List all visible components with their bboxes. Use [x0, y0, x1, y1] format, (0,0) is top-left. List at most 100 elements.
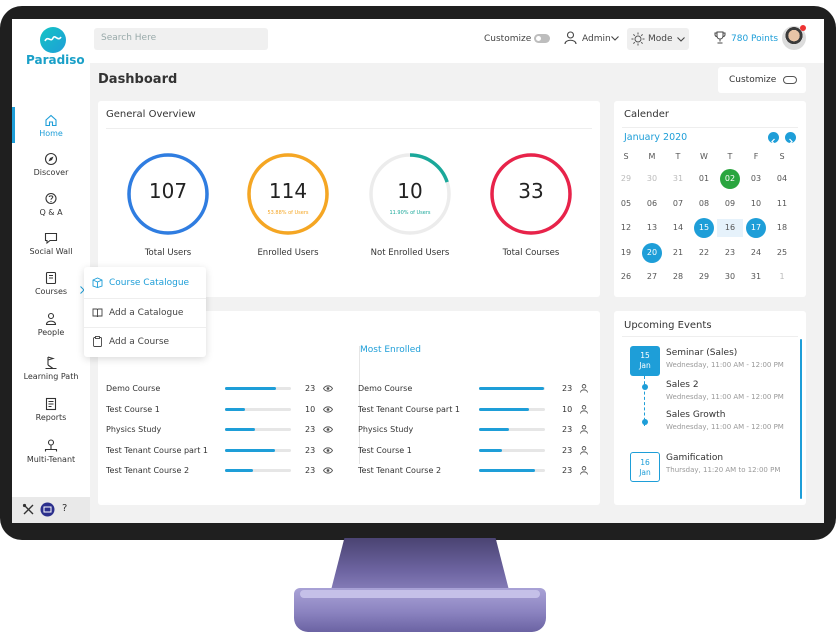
calendar-day[interactable]: 23	[717, 243, 743, 263]
calendar-day[interactable]: 13	[639, 218, 665, 238]
sidebar-item-courses[interactable]: Courses	[12, 269, 90, 305]
stat-subtext: 11.90% of Users	[389, 210, 431, 216]
calendar-day-number: 31	[750, 272, 762, 281]
calendar-day[interactable]: 11	[769, 194, 795, 214]
eye-icon[interactable]	[323, 425, 333, 434]
menu-item-course-catalogue[interactable]: Course Catalogue	[84, 269, 206, 297]
calendar-day[interactable]: 04	[769, 169, 795, 189]
calendar-day[interactable]: 03	[743, 169, 769, 189]
person-icon[interactable]	[579, 404, 589, 414]
eye-icon[interactable]	[323, 405, 333, 414]
calendar-day-number: 15	[698, 223, 710, 232]
calendar-day[interactable]: 14	[665, 218, 691, 238]
person-icon[interactable]	[579, 466, 589, 475]
calendar-day[interactable]: 1	[769, 267, 795, 287]
course-row[interactable]: Demo Course 23	[106, 383, 335, 397]
stat-value: 10	[397, 179, 423, 203]
calendar-day-number: 04	[776, 174, 788, 183]
course-progress-fill	[479, 428, 509, 431]
calendar-day[interactable]: 15	[691, 218, 717, 238]
course-row[interactable]: Physics Study 23	[106, 424, 335, 438]
menu-item-add-course[interactable]: Add a Course	[84, 327, 206, 355]
sidebar-item-people[interactable]: People	[12, 310, 90, 346]
calendar-day[interactable]: 06	[639, 194, 665, 214]
calendar-day[interactable]: 24	[743, 243, 769, 263]
calendar-day[interactable]: 28	[665, 267, 691, 287]
course-row[interactable]: Demo Course 23	[358, 383, 591, 397]
event-title[interactable]: Seminar (Sales)	[666, 348, 737, 358]
calendar-day[interactable]: 29	[613, 169, 639, 189]
message-icon[interactable]	[40, 502, 55, 517]
calendar-day[interactable]: 30	[639, 169, 665, 189]
points-badge[interactable]: 780 Points	[731, 34, 778, 44]
calendar-next-button[interactable]	[785, 132, 796, 145]
calendar-day[interactable]: 07	[665, 194, 691, 214]
calendar-day[interactable]: 05	[613, 194, 639, 214]
person-icon[interactable]	[579, 384, 589, 393]
courses-menu: Course Catalogue Add a Catalogue Add a C…	[84, 267, 206, 357]
calendar-day[interactable]: 08	[691, 194, 717, 214]
customize-toggle[interactable]	[534, 34, 550, 43]
customize-button[interactable]: Customize	[718, 67, 806, 93]
course-count: 23	[305, 445, 316, 455]
calendar-day[interactable]: 30	[717, 267, 743, 287]
sidebar-item-discover[interactable]: Discover	[12, 150, 90, 186]
calendar-prev-button[interactable]	[768, 132, 779, 145]
course-row[interactable]: Test Tenant Course 2 23	[358, 465, 591, 479]
calendar-day[interactable]: 02	[717, 169, 743, 189]
mode-selector[interactable]: Mode	[627, 28, 689, 50]
calendar-day[interactable]: 22	[691, 243, 717, 263]
person-icon[interactable]	[579, 425, 589, 434]
calendar-day[interactable]: 27	[639, 267, 665, 287]
course-row[interactable]: Test Tenant Course part 1 10	[358, 404, 591, 418]
calendar-day[interactable]: 21	[665, 243, 691, 263]
calendar-day[interactable]: 31	[665, 169, 691, 189]
calendar-day[interactable]: 10	[743, 194, 769, 214]
course-row[interactable]: Test Course 1 23	[358, 445, 591, 459]
sidebar-item-multi-tenant[interactable]: Multi-Tenant	[12, 437, 90, 473]
course-name: Test Tenant Course part 1	[106, 445, 208, 455]
calendar-day[interactable]: 12	[613, 218, 639, 238]
calendar-day[interactable]: 16	[717, 218, 743, 238]
sidebar-item-learning-path[interactable]: Learning Path	[12, 354, 90, 390]
calendar-day[interactable]: 20	[639, 242, 665, 263]
course-count: 23	[562, 445, 573, 455]
book-icon	[45, 271, 57, 285]
calendar-day[interactable]: 18	[769, 218, 795, 238]
event-title[interactable]: Sales 2	[666, 380, 699, 390]
logo-area[interactable]: Paradiso	[12, 19, 90, 105]
tools-icon[interactable]	[22, 503, 35, 516]
sidebar-item-reports[interactable]: Reports	[12, 395, 90, 431]
user-menu-button[interactable]: Admin	[582, 34, 611, 44]
calendar-day[interactable]: 09	[717, 194, 743, 214]
events-scrollbar[interactable]	[800, 339, 802, 499]
calendar-day[interactable]: 19	[613, 243, 639, 263]
person-icon[interactable]	[579, 445, 589, 455]
calendar-day[interactable]: 29	[691, 267, 717, 287]
menu-item-add-catalogue[interactable]: Add a Catalogue	[84, 298, 206, 326]
clipboard-icon	[93, 336, 102, 347]
compass-icon	[44, 152, 58, 166]
event-title[interactable]: Gamification	[666, 453, 723, 463]
course-row[interactable]: Test Tenant Course part 1 23	[106, 445, 335, 459]
calendar-day[interactable]: 17	[743, 218, 769, 238]
help-icon[interactable]: ?	[62, 503, 67, 514]
calendar-day[interactable]: 25	[769, 243, 795, 263]
eye-icon[interactable]	[323, 466, 333, 475]
sidebar-item-home[interactable]: Home	[12, 107, 90, 147]
event-title[interactable]: Sales Growth	[666, 410, 725, 420]
calendar-day[interactable]: 26	[613, 267, 639, 287]
course-count: 23	[305, 384, 316, 393]
course-progress-bar	[479, 407, 545, 411]
eye-icon[interactable]	[323, 384, 333, 393]
search-input[interactable]: Search Here	[94, 28, 268, 50]
sidebar-item-qa[interactable]: Q & A	[12, 190, 90, 226]
eye-icon[interactable]	[323, 446, 333, 455]
calendar-day[interactable]: 01	[691, 169, 717, 189]
course-row[interactable]: Test Course 1 10	[106, 404, 335, 418]
course-row[interactable]: Test Tenant Course 2 23	[106, 465, 335, 479]
calendar-day[interactable]: 31	[743, 267, 769, 287]
sidebar-item-social-wall[interactable]: Social Wall	[12, 229, 90, 265]
course-row[interactable]: Physics Study 23	[358, 424, 591, 438]
chevron-down-icon	[611, 36, 619, 41]
